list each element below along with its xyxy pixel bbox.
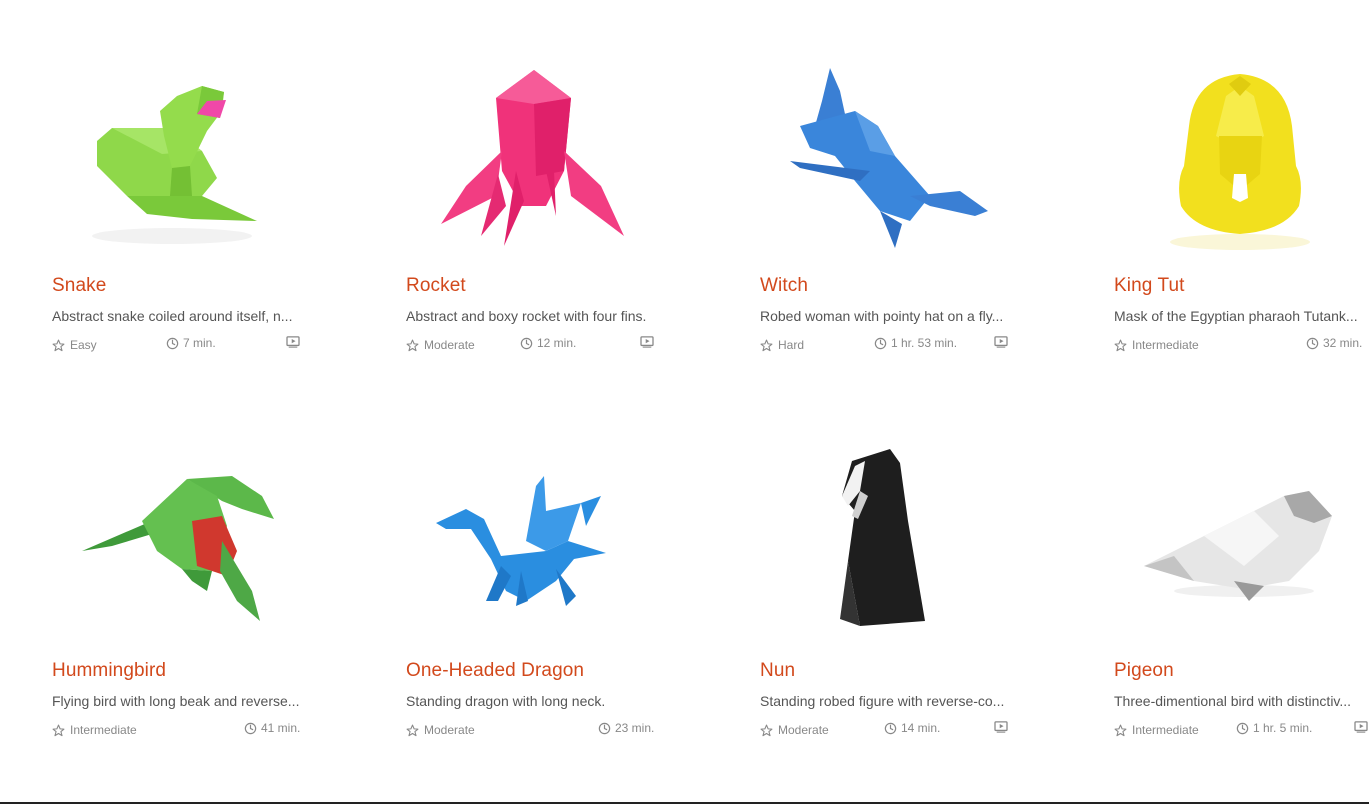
video-play-icon[interactable] xyxy=(994,336,1008,348)
difficulty-label: Intermediate xyxy=(70,723,137,737)
model-meta: Intermediate 1 hr. 5 min. xyxy=(1114,720,1368,740)
clock-icon xyxy=(874,337,887,350)
difficulty-badge: Moderate xyxy=(406,723,475,737)
model-card-pigeon[interactable]: Pigeon Three-dimentional bird with disti… xyxy=(1114,441,1368,761)
video-play-icon[interactable] xyxy=(1354,721,1368,733)
model-thumbnail-snake[interactable] xyxy=(52,56,302,266)
difficulty-label: Intermediate xyxy=(1132,338,1199,352)
difficulty-label: Moderate xyxy=(778,723,829,737)
fold-time-label: 23 min. xyxy=(615,721,655,735)
model-thumbnail-rocket[interactable] xyxy=(406,56,656,266)
model-thumbnail-pigeon[interactable] xyxy=(1114,441,1364,651)
model-description: Robed woman with pointy hat on a fly... xyxy=(760,308,1004,324)
fold-time: 1 hr. 53 min. xyxy=(874,336,957,350)
star-outline-icon xyxy=(406,724,419,737)
model-description: Standing dragon with long neck. xyxy=(406,693,606,709)
model-card-hummingbird[interactable]: Hummingbird Flying bird with long beak a… xyxy=(52,441,302,761)
model-description: Abstract snake coiled around itself, n..… xyxy=(52,308,293,324)
fold-time-label: 32 min. xyxy=(1323,336,1363,350)
fold-time-label: 1 hr. 5 min. xyxy=(1253,721,1313,735)
star-outline-icon xyxy=(760,339,773,352)
model-card-one-headed-dragon[interactable]: One-Headed Dragon Standing dragon with l… xyxy=(406,441,656,761)
model-meta: Intermediate 41 min. xyxy=(52,720,302,740)
model-thumbnail-one-headed-dragon[interactable] xyxy=(406,441,656,651)
difficulty-badge: Moderate xyxy=(406,338,475,352)
model-title[interactable]: Nun xyxy=(760,660,795,682)
clock-icon xyxy=(244,722,257,735)
model-thumbnail-king-tut[interactable] xyxy=(1114,56,1364,266)
fold-time-label: 41 min. xyxy=(261,721,301,735)
model-meta: Hard 1 hr. 53 min. xyxy=(760,335,1010,355)
fold-time-label: 7 min. xyxy=(183,336,216,350)
model-card-snake[interactable]: Snake Abstract snake coiled around itsel… xyxy=(52,56,302,376)
fold-time-label: 1 hr. 53 min. xyxy=(891,336,958,350)
clock-icon xyxy=(166,337,179,350)
difficulty-badge: Intermediate xyxy=(1114,338,1199,352)
model-thumbnail-witch[interactable] xyxy=(760,56,1010,266)
difficulty-badge: Intermediate xyxy=(1114,723,1199,737)
model-meta: Moderate 14 min. xyxy=(760,720,1010,740)
difficulty-badge: Easy xyxy=(52,338,97,352)
difficulty-badge: Hard xyxy=(760,338,804,352)
fold-time: 14 min. xyxy=(884,721,940,735)
star-outline-icon xyxy=(52,724,65,737)
video-play-icon[interactable] xyxy=(640,336,654,348)
fold-time: 12 min. xyxy=(520,336,576,350)
model-title[interactable]: Pigeon xyxy=(1114,660,1174,682)
clock-icon xyxy=(520,337,533,350)
difficulty-badge: Moderate xyxy=(760,723,829,737)
star-outline-icon xyxy=(760,724,773,737)
star-outline-icon xyxy=(52,339,65,352)
model-title[interactable]: Hummingbird xyxy=(52,660,166,682)
model-description: Mask of the Egyptian pharaoh Tutank... xyxy=(1114,308,1358,324)
model-title[interactable]: King Tut xyxy=(1114,275,1185,297)
model-title[interactable]: One-Headed Dragon xyxy=(406,660,584,682)
fold-time: 41 min. xyxy=(244,721,300,735)
clock-icon xyxy=(1236,722,1249,735)
model-meta: Moderate 12 min. xyxy=(406,335,656,355)
model-card-witch[interactable]: Witch Robed woman with pointy hat on a f… xyxy=(760,56,1010,376)
difficulty-label: Hard xyxy=(778,338,805,352)
model-title[interactable]: Rocket xyxy=(406,275,466,297)
fold-time: 1 hr. 5 min. xyxy=(1236,721,1312,735)
fold-time: 23 min. xyxy=(598,721,654,735)
video-play-icon[interactable] xyxy=(994,721,1008,733)
star-outline-icon xyxy=(1114,339,1127,352)
model-thumbnail-nun[interactable] xyxy=(760,441,1010,651)
star-outline-icon xyxy=(406,339,419,352)
model-meta: Easy 7 min. xyxy=(52,335,302,355)
star-outline-icon xyxy=(1114,724,1127,737)
fold-time: 7 min. xyxy=(166,336,216,350)
fold-time: 32 min. xyxy=(1306,336,1362,350)
model-card-king-tut[interactable]: King Tut Mask of the Egyptian pharaoh Tu… xyxy=(1114,56,1364,376)
model-meta: Intermediate 32 min. xyxy=(1114,335,1364,355)
difficulty-badge: Intermediate xyxy=(52,723,137,737)
difficulty-label: Easy xyxy=(70,338,97,352)
difficulty-label: Moderate xyxy=(424,338,475,352)
model-card-rocket[interactable]: Rocket Abstract and boxy rocket with fou… xyxy=(406,56,656,376)
video-play-icon[interactable] xyxy=(286,336,300,348)
fold-time-label: 12 min. xyxy=(537,336,577,350)
clock-icon xyxy=(1306,337,1319,350)
clock-icon xyxy=(598,722,611,735)
difficulty-label: Intermediate xyxy=(1132,723,1199,737)
model-description: Flying bird with long beak and reverse..… xyxy=(52,693,300,709)
model-title[interactable]: Witch xyxy=(760,275,808,297)
model-meta: Moderate 23 min. xyxy=(406,720,656,740)
model-description: Standing robed figure with reverse-co... xyxy=(760,693,1005,709)
difficulty-label: Moderate xyxy=(424,723,475,737)
model-thumbnail-hummingbird[interactable] xyxy=(52,441,302,651)
model-description: Abstract and boxy rocket with four fins. xyxy=(406,308,647,324)
fold-time-label: 14 min. xyxy=(901,721,941,735)
model-title[interactable]: Snake xyxy=(52,275,106,297)
model-card-nun[interactable]: Nun Standing robed figure with reverse-c… xyxy=(760,441,1010,761)
clock-icon xyxy=(884,722,897,735)
model-description: Three-dimentional bird with distinctiv..… xyxy=(1114,693,1352,709)
